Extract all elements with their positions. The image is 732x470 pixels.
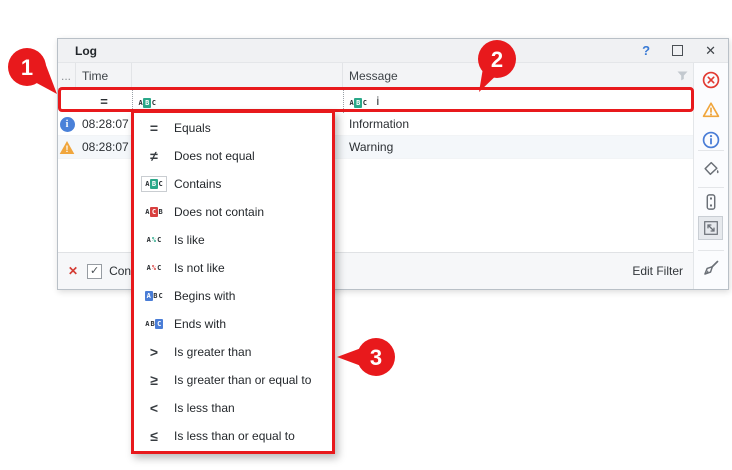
sidebar-separator [698, 250, 724, 251]
menu-item-is-greater-than[interactable]: > Is greater than [134, 338, 332, 366]
device-icon[interactable] [702, 193, 720, 211]
close-icon[interactable]: ✕ [705, 44, 716, 57]
resize-arrows-icon[interactable] [698, 216, 723, 240]
svg-text:!: ! [66, 144, 69, 154]
svg-text:1: 1 [21, 55, 33, 80]
is-less-than-or-equal-icon: ≤ [142, 428, 166, 444]
broom-icon[interactable] [702, 259, 720, 277]
contains-operator-icon[interactable]: ABC [138, 94, 156, 108]
log-message: Warning [343, 136, 694, 158]
column-header-severity[interactable]: ... [58, 63, 76, 88]
titlebar[interactable]: Log ? ✕ [58, 39, 728, 63]
menu-item-is-not-like[interactable]: A%C Is not like [134, 254, 332, 282]
menu-item-label: Does not equal [174, 149, 255, 163]
menu-item-label: Is greater than or equal to [174, 373, 311, 387]
equals-icon: = [142, 120, 166, 136]
info-circle-icon[interactable] [702, 131, 720, 149]
column-header-time[interactable]: Time [76, 63, 132, 88]
sidebar-separator [698, 150, 724, 151]
menu-item-label: Ends with [174, 317, 226, 331]
menu-item-label: Is like [174, 233, 205, 247]
menu-item-label: Begins with [174, 289, 235, 303]
menu-item-is-less-than-or-equal[interactable]: ≤ Is less than or equal to [134, 422, 332, 450]
window-title: Log [75, 44, 97, 58]
remove-filter-button[interactable]: ✕ [68, 264, 78, 278]
menu-item-begins-with[interactable]: ABC Begins with [134, 282, 332, 310]
filter-cell-time[interactable]: = [76, 89, 132, 113]
ends-with-icon: ABC [142, 319, 166, 329]
menu-item-label: Contains [174, 177, 221, 191]
is-greater-than-or-equal-icon: ≥ [142, 372, 166, 388]
contains-icon: ABC [142, 176, 166, 192]
warning-icon: ! [58, 136, 76, 158]
message-filter-value[interactable]: i [376, 94, 379, 108]
log-time: 08:28:07 [76, 113, 132, 135]
menu-item-ends-with[interactable]: ABC Ends with [134, 310, 332, 338]
filter-cell-severity[interactable] [58, 89, 76, 113]
filter-cell-message[interactable]: ABC i [343, 89, 694, 113]
is-greater-than-icon: > [142, 344, 166, 360]
callout-badge-3: 3 [334, 336, 398, 380]
svg-text:3: 3 [370, 345, 382, 370]
maximize-icon[interactable] [672, 45, 683, 56]
warning-triangle-icon[interactable] [702, 101, 720, 119]
menu-item-does-not-contain[interactable]: ACB Does not contain [134, 198, 332, 226]
menu-item-equals[interactable]: = Equals [134, 114, 332, 142]
menu-item-label: Is greater than [174, 345, 251, 359]
help-button[interactable]: ? [642, 43, 650, 58]
menu-item-label: Is less than or equal to [174, 429, 295, 443]
menu-item-does-not-equal[interactable]: ≠ Does not equal [134, 142, 332, 170]
circle-x-icon[interactable] [702, 71, 720, 89]
sidebar [693, 63, 728, 289]
log-message: Information [343, 113, 694, 135]
log-time: 08:28:07 [76, 136, 132, 158]
filter-operator-menu: = Equals ≠ Does not equal ABC Contains ACB Does… [131, 110, 335, 454]
sidebar-separator [698, 187, 724, 188]
menu-item-label: Is not like [174, 261, 225, 275]
information-icon: i [58, 113, 76, 135]
paint-bucket-icon[interactable] [702, 159, 720, 177]
equals-operator-icon[interactable]: = [100, 94, 108, 109]
column-header-message[interactable]: Message [343, 63, 694, 88]
menu-item-is-greater-than-or-equal[interactable]: ≥ Is greater than or equal to [134, 366, 332, 394]
begins-with-icon: ABC [142, 291, 166, 301]
filter-enabled-checkbox[interactable]: ✓ [87, 264, 102, 279]
menu-item-is-like[interactable]: A%C Is like [134, 226, 332, 254]
callout-badge-1: 1 [6, 46, 62, 100]
does-not-contain-icon: ACB [142, 207, 166, 217]
menu-item-label: Equals [174, 121, 211, 135]
menu-item-is-less-than[interactable]: < Is less than [134, 394, 332, 422]
menu-item-label: Does not contain [174, 205, 264, 219]
column-header-blank[interactable] [132, 63, 343, 88]
checkbox-check-icon: ✓ [90, 266, 99, 277]
is-like-icon: A%C [142, 235, 166, 245]
column-header-row: ... Time Message [58, 63, 694, 89]
filter-funnel-icon[interactable] [677, 71, 688, 81]
column-header-message-label: Message [349, 69, 398, 83]
is-less-than-icon: < [142, 400, 166, 416]
contains-operator-icon[interactable]: ABC [349, 94, 367, 108]
edit-filter-button[interactable]: Edit Filter [632, 264, 683, 278]
does-not-equal-icon: ≠ [142, 148, 166, 164]
menu-item-label: Is less than [174, 401, 235, 415]
menu-item-contains[interactable]: ABC Contains [134, 170, 332, 198]
is-not-like-icon: A%C [142, 263, 166, 273]
